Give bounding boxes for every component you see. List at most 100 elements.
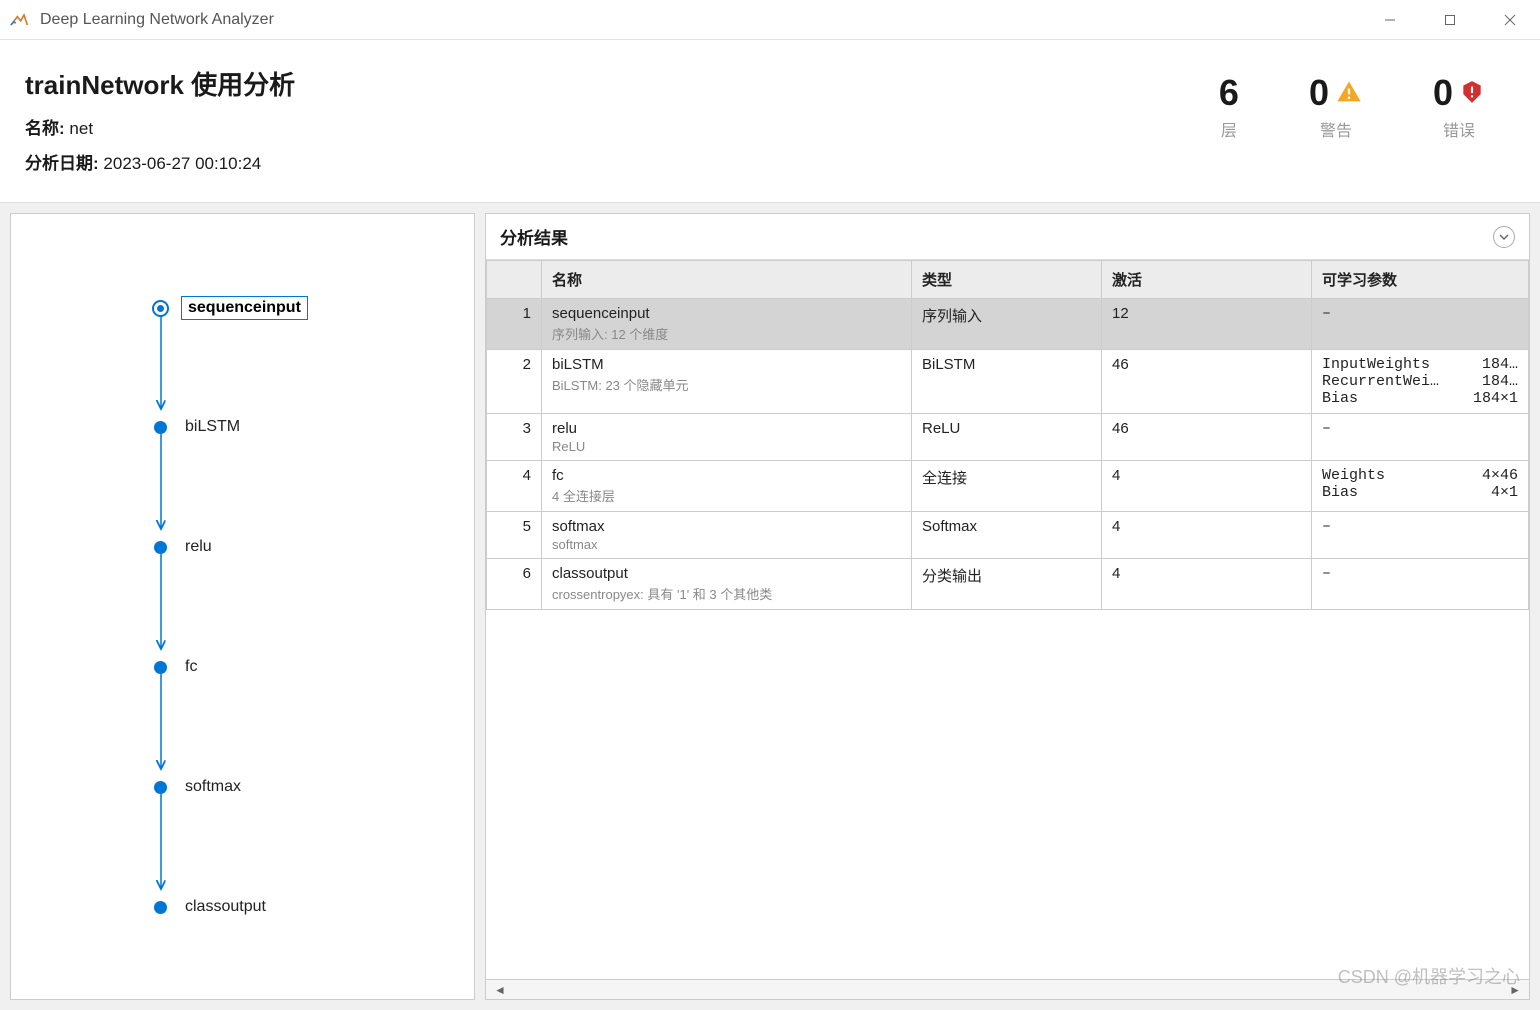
warnings-count: 0 bbox=[1309, 75, 1329, 111]
table-row[interactable]: 5softmaxsoftmaxSoftmax4– bbox=[487, 512, 1529, 559]
graph-node-label[interactable]: fc bbox=[179, 656, 203, 678]
layer-name: fc bbox=[552, 467, 901, 484]
cell-params: – bbox=[1312, 512, 1529, 559]
row-index: 6 bbox=[487, 559, 542, 610]
watermark: CSDN @机器学习之心 bbox=[1338, 963, 1520, 989]
matlab-icon bbox=[8, 9, 30, 31]
content-area: sequenceinput biLSTM relu fc softmax classout… bbox=[0, 203, 1540, 1010]
stat-warnings: 0 警告 bbox=[1309, 75, 1363, 141]
errors-count: 0 bbox=[1433, 75, 1453, 111]
cell-params: InputWeights184…RecurrentWei…184…Bias184… bbox=[1312, 350, 1529, 414]
graph-node-label[interactable]: relu bbox=[179, 536, 218, 558]
warning-icon bbox=[1335, 78, 1363, 109]
errors-label: 错误 bbox=[1433, 117, 1485, 141]
cell-params: – bbox=[1312, 559, 1529, 610]
stat-errors: 0 错误 bbox=[1433, 75, 1485, 141]
col-header-type[interactable]: 类型 bbox=[912, 261, 1102, 299]
cell-name: fc 4 全连接层 bbox=[542, 461, 912, 512]
layers-count: 6 bbox=[1219, 75, 1239, 111]
layer-desc: ReLU bbox=[552, 439, 901, 454]
row-index: 1 bbox=[487, 299, 542, 350]
cell-name: softmaxsoftmax bbox=[542, 512, 912, 559]
graph-node-relu[interactable]: relu bbox=[154, 536, 218, 558]
maximize-button[interactable] bbox=[1420, 0, 1480, 40]
layer-name: sequenceinput bbox=[552, 305, 901, 322]
close-button[interactable] bbox=[1480, 0, 1540, 40]
page-title: trainNetwork 使用分析 bbox=[25, 65, 1219, 102]
name-label: 名称: bbox=[25, 119, 65, 138]
table-row[interactable]: 2 biLSTM BiLSTM: 23 个隐藏单元 BiLSTM46InputWeig… bbox=[487, 350, 1529, 414]
scroll-left-icon[interactable]: ◄ bbox=[490, 983, 510, 997]
cell-type: 全连接 bbox=[912, 461, 1102, 512]
graph-node-sequenceinput[interactable]: sequenceinput bbox=[154, 296, 308, 320]
stats-summary: 6 层 0 警告 0 错误 bbox=[1219, 65, 1515, 141]
graph-node-label[interactable]: sequenceinput bbox=[181, 296, 308, 320]
graph-node-dot[interactable] bbox=[154, 421, 167, 434]
header-section: trainNetwork 使用分析 名称: net 分析日期: 2023-06-… bbox=[0, 40, 1540, 203]
graph-node-biLSTM[interactable]: biLSTM bbox=[154, 416, 246, 438]
cell-activation: 4 bbox=[1102, 461, 1312, 512]
layers-label: 层 bbox=[1219, 117, 1239, 141]
graph-node-dot[interactable] bbox=[154, 661, 167, 674]
graph-node-dot[interactable] bbox=[152, 300, 169, 317]
cell-activation: 46 bbox=[1102, 414, 1312, 461]
cell-name: biLSTM BiLSTM: 23 个隐藏单元 bbox=[542, 350, 912, 414]
cell-activation: 46 bbox=[1102, 350, 1312, 414]
row-index: 3 bbox=[487, 414, 542, 461]
results-header: 分析结果 bbox=[486, 214, 1529, 260]
cell-activation: 4 bbox=[1102, 559, 1312, 610]
layer-name: relu bbox=[552, 420, 901, 437]
layer-name: biLSTM bbox=[552, 356, 901, 373]
cell-name: relu ReLU bbox=[542, 414, 912, 461]
network-name-line: 名称: net bbox=[25, 114, 1219, 139]
date-value: 2023-06-27 00:10:24 bbox=[103, 154, 261, 173]
name-value: net bbox=[69, 119, 93, 138]
graph-node-classoutput[interactable]: classoutput bbox=[154, 896, 272, 918]
row-index: 4 bbox=[487, 461, 542, 512]
table-row[interactable]: 3relu ReLUReLU 46– bbox=[487, 414, 1529, 461]
cell-activation: 12 bbox=[1102, 299, 1312, 350]
titlebar: Deep Learning Network Analyzer bbox=[0, 0, 1540, 40]
results-title: 分析结果 bbox=[500, 224, 568, 249]
layer-name: classoutput bbox=[552, 565, 901, 582]
layer-name: softmax bbox=[552, 518, 901, 535]
col-header-params[interactable]: 可学习参数 bbox=[1312, 261, 1529, 299]
layer-desc: 4 全连接层 bbox=[552, 486, 901, 505]
cell-type: 序列输入 bbox=[912, 299, 1102, 350]
graph-node-label[interactable]: classoutput bbox=[179, 896, 272, 918]
graph-node-label[interactable]: softmax bbox=[179, 776, 247, 798]
cell-params: – bbox=[1312, 414, 1529, 461]
window-controls bbox=[1360, 0, 1540, 40]
results-table-wrap[interactable]: 名称 类型 激活 可学习参数 1 sequenceinput 序列输入: 12 个维… bbox=[486, 260, 1529, 979]
graph-node-softmax[interactable]: softmax bbox=[154, 776, 247, 798]
col-header-activation[interactable]: 激活 bbox=[1102, 261, 1312, 299]
table-row[interactable]: 4fc4 全连接层全连接4Weights4×46Bias4×1 bbox=[487, 461, 1529, 512]
table-row[interactable]: 1 sequenceinput 序列输入: 12 个维度序列输入12– bbox=[487, 299, 1529, 350]
row-index: 5 bbox=[487, 512, 542, 559]
graph-node-fc[interactable]: fc bbox=[154, 656, 203, 678]
minimize-button[interactable] bbox=[1360, 0, 1420, 40]
table-header-row: 名称 类型 激活 可学习参数 bbox=[487, 261, 1529, 299]
network-graph-panel[interactable]: sequenceinput biLSTM relu fc softmax classout… bbox=[10, 213, 475, 1000]
graph-node-dot[interactable] bbox=[154, 781, 167, 794]
graph-node-dot[interactable] bbox=[154, 901, 167, 914]
collapse-button[interactable] bbox=[1493, 226, 1515, 248]
layer-desc: crossentropyex: 具有 '1' 和 3 个其他类 bbox=[552, 584, 901, 603]
analysis-date-line: 分析日期: 2023-06-27 00:10:24 bbox=[25, 149, 1219, 174]
cell-name: classoutput crossentropyex: 具有 '1' 和 3 个其… bbox=[542, 559, 912, 610]
stat-layers: 6 层 bbox=[1219, 75, 1239, 141]
warnings-label: 警告 bbox=[1309, 117, 1363, 141]
col-header-name[interactable]: 名称 bbox=[542, 261, 912, 299]
table-row[interactable]: 6 classoutput crossentropyex: 具有 '1' 和 3 个… bbox=[487, 559, 1529, 610]
results-panel: 分析结果 名称 类型 激活 可学习参数 1 sequenceinput 序列输入: … bbox=[485, 213, 1530, 1000]
results-table: 名称 类型 激活 可学习参数 1 sequenceinput 序列输入: 12 个维… bbox=[486, 260, 1529, 610]
cell-type: 分类输出 bbox=[912, 559, 1102, 610]
layer-desc: 序列输入: 12 个维度 bbox=[552, 324, 901, 343]
graph-node-dot[interactable] bbox=[154, 541, 167, 554]
layer-desc: BiLSTM: 23 个隐藏单元 bbox=[552, 375, 901, 394]
col-header-index[interactable] bbox=[487, 261, 542, 299]
row-index: 2 bbox=[487, 350, 542, 414]
cell-params: – bbox=[1312, 299, 1529, 350]
graph-node-label[interactable]: biLSTM bbox=[179, 416, 246, 438]
cell-type: BiLSTM bbox=[912, 350, 1102, 414]
